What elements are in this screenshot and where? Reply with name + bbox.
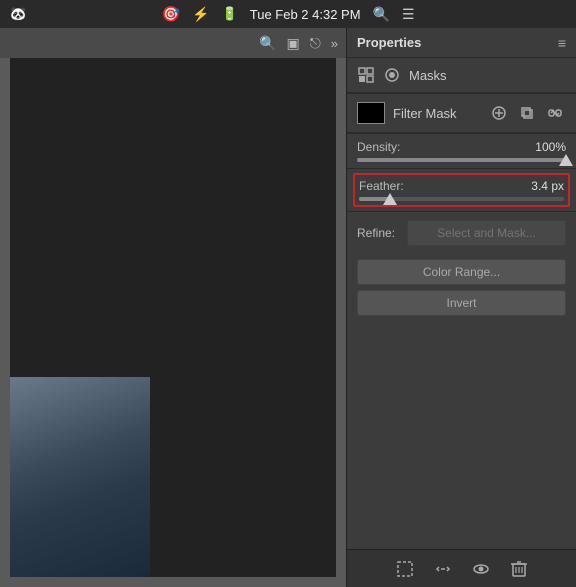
masks-icon-1[interactable] <box>357 66 375 84</box>
link-icon[interactable] <box>432 558 454 580</box>
photo-area: 🔍 ▣ ⎋ » <box>0 28 346 587</box>
export-icon[interactable]: ⎋ <box>310 35 321 52</box>
density-slider-fill <box>357 158 566 162</box>
zoom-icon[interactable]: 🔍 <box>259 35 276 52</box>
filter-mask-options-icon[interactable] <box>488 102 510 124</box>
feather-label: Feather: <box>359 179 404 193</box>
filter-mask-icons <box>488 102 566 124</box>
filter-mask-row: Filter Mask <box>347 94 576 133</box>
properties-panel: Properties ≡ Masks <box>346 28 576 587</box>
masks-icon-2[interactable] <box>383 66 401 84</box>
color-range-button[interactable]: Color Range... <box>357 259 566 285</box>
panel-title: Properties <box>357 35 421 50</box>
menubar-time: Tue Feb 2 4:32 PM <box>250 7 361 22</box>
select-and-mask-button[interactable]: Select and Mask... <box>407 220 566 246</box>
canvas <box>10 58 336 577</box>
density-value: 100% <box>535 140 566 154</box>
trash-icon[interactable] <box>508 558 530 580</box>
photo-image <box>10 377 150 577</box>
density-label: Density: <box>357 140 400 154</box>
main-area: 🔍 ▣ ⎋ » Properties ≡ <box>0 28 576 587</box>
feather-slider-thumb[interactable] <box>383 193 397 205</box>
filter-mask-link-icon[interactable] <box>544 102 566 124</box>
menu-icon-2: ⚡ <box>192 6 209 23</box>
separator-3 <box>347 168 576 169</box>
panel-header: Properties ≡ <box>347 28 576 58</box>
feather-label-row: Feather: 3.4 px <box>359 179 564 193</box>
menubar: 🐼 🎯 ⚡ 🔋 Tue Feb 2 4:32 PM 🔍 ☰ <box>0 0 576 28</box>
search-icon[interactable]: 🔍 <box>373 6 390 23</box>
mask-thumbnail <box>357 102 385 124</box>
menubar-left-icons: 🐼 <box>10 5 26 23</box>
feather-slider-track[interactable] <box>359 197 564 201</box>
filter-mask-label: Filter Mask <box>393 106 480 121</box>
density-slider-thumb[interactable] <box>559 154 573 166</box>
canvas-toolbar: 🔍 ▣ ⎋ » <box>0 28 346 58</box>
menubar-center: 🎯 ⚡ 🔋 Tue Feb 2 4:32 PM 🔍 ☰ <box>161 5 414 23</box>
filter-mask-copy-icon[interactable] <box>516 102 538 124</box>
eye-icon[interactable] <box>470 558 492 580</box>
battery-icon: 🔋 <box>222 6 238 22</box>
density-label-row: Density: 100% <box>357 140 566 154</box>
panel-bottom-toolbar <box>347 549 576 587</box>
refine-section: Refine: Select and Mask... Color Range..… <box>347 212 576 329</box>
density-row: Density: 100% <box>347 134 576 168</box>
panel-menu-icon[interactable]: ≡ <box>558 35 566 51</box>
feather-section: Feather: 3.4 px <box>353 173 570 207</box>
dashed-rect-icon[interactable] <box>394 558 416 580</box>
layout-icon[interactable]: ▣ <box>286 35 299 52</box>
masks-label: Masks <box>409 68 447 83</box>
list-icon[interactable]: ☰ <box>402 6 415 23</box>
masks-row: Masks <box>347 58 576 93</box>
feather-value: 3.4 px <box>531 179 564 193</box>
menu-icon-1: 🎯 <box>161 5 180 23</box>
refine-label: Refine: <box>357 226 407 240</box>
expand-icon[interactable]: » <box>331 36 338 51</box>
invert-button[interactable]: Invert <box>357 290 566 316</box>
density-slider-track[interactable] <box>357 158 566 162</box>
